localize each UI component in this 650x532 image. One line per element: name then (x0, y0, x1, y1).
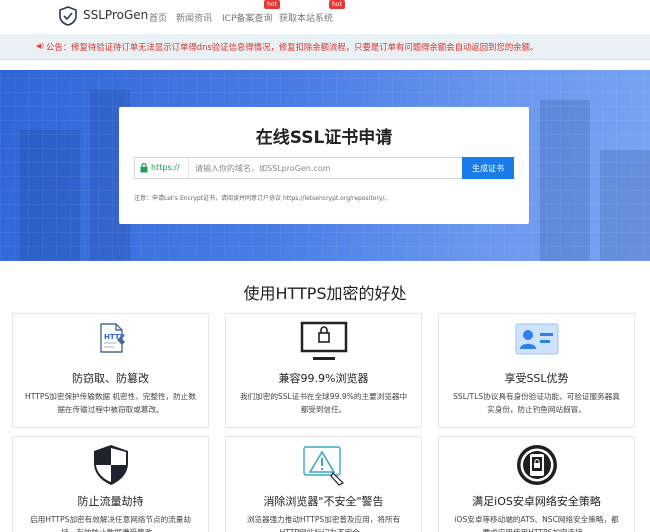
feature-title: 消除浏览器"不安全"警告 (263, 495, 384, 508)
hot-badge: hot (329, 0, 345, 9)
agreement-note: 注意：申请Let's Encrypt证书，请阅读并同意订户协议 https://… (134, 195, 391, 202)
protocol-prefix: https:// (151, 163, 180, 172)
feature-title: 防窃取、防篡改 (72, 372, 149, 385)
feature-desc: 启用HTTPS加密有效解决任意网络节点的流量劫持，有效防止数据遭受篡改。 (30, 515, 191, 532)
id-card-icon (515, 323, 558, 355)
hot-badge: hot (264, 0, 280, 9)
generate-cert-button[interactable]: 生成证书 (462, 157, 514, 179)
feature-card: 享受SSL优势 SSL/TLS协议具有身份验证功能，可验证服务器真实身份，防止钓… (438, 313, 635, 428)
feature-title: 兼容99.9%浏览器 (278, 372, 369, 385)
announcement-bar: ◀) 公告：修复待验证待订单无法显示订单得dns验证信息得情况，修复扣除余额流程… (0, 34, 650, 60)
nav-home[interactable]: 首页 (149, 11, 167, 24)
ssl-apply-card: 在线SSL证书申请 https:// 生成证书 注意：申请Let's Encry… (119, 107, 529, 224)
feature-card: 消除浏览器"不安全"警告 浏览器强力推动HTTPS加密普及应用，将所有HTTP网… (225, 436, 422, 532)
feature-title: 满足iOS安卓网络安全策略 (472, 495, 601, 508)
shield-logo-icon[interactable] (59, 6, 77, 26)
shield-icon (93, 445, 128, 485)
page-title: 在线SSL证书申请 (255, 128, 393, 148)
feature-card: 防止流量劫持 启用HTTPS加密有效解决任意网络节点的流量劫持，有效防止数据遭受… (12, 436, 209, 532)
benefits-title: 使用HTTPS加密的好处 (243, 284, 407, 303)
feature-desc: 我们加密的SSL证书在全球99.9%的主要浏览器中都受到信任。 (239, 392, 408, 414)
nav-get-system[interactable]: 获取本站系统 (279, 11, 333, 24)
nav-news[interactable]: 新闻资讯 (176, 11, 212, 24)
domain-input[interactable] (188, 158, 465, 178)
megaphone-icon: ◀) (36, 42, 45, 50)
feature-desc: SSL/TLS协议具有身份验证功能，可验证服务器真实身份，防止钓鱼网站假冒。 (453, 392, 620, 414)
warning-icon (302, 446, 344, 486)
feature-card: 满足iOS安卓网络安全策略 iOS安卓等移动端的ATS、NSC网络安全策略，都要… (438, 436, 635, 532)
nav-icp-query[interactable]: ICP备案查询 (222, 11, 272, 24)
announcement-text: 公告：修复待验证待订单无法显示订单得dns验证信息得情况，修复扣除余额流程，只要… (46, 42, 539, 52)
feature-title: 防止流量劫持 (77, 495, 144, 508)
mobile-lock-icon (516, 445, 557, 485)
feature-card: 兼容99.9%浏览器 我们加密的SSL证书在全球99.9%的主要浏览器中都受到信… (225, 313, 422, 428)
top-nav: SSLProGen 首页 新闻资讯 ICP备案查询 hot 获取本站系统 hot (0, 0, 650, 34)
http-document-icon: HTTP (99, 323, 125, 353)
feature-card: HTTP 防窃取、防篡改 HTTPS加密保护传输数据 机密性、完整性，防止数据在… (12, 313, 209, 428)
feature-desc: HTTPS加密保护传输数据 机密性、完整性，防止数据在传输过程中被窃取或篡改。 (25, 392, 196, 414)
domain-search: https:// 生成证书 (134, 157, 514, 179)
browser-lock-icon (300, 321, 347, 360)
lock-icon (140, 163, 148, 173)
brand-name[interactable]: SSLProGen (83, 8, 148, 22)
feature-desc: 浏览器强力推动HTTPS加密普及应用，将所有HTTP网站标记为不安全。 (246, 515, 401, 532)
feature-desc: iOS安卓等移动端的ATS、NSC网络安全策略，都要求应用使用HTTPS加密连接… (454, 515, 619, 532)
feature-title: 享受SSL优势 (504, 372, 569, 385)
